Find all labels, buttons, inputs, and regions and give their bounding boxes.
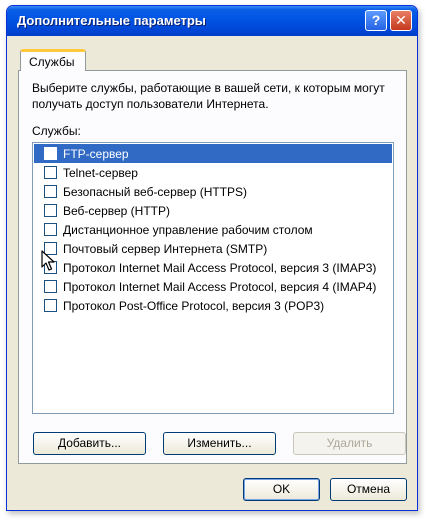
services-list-label: Службы:	[32, 124, 81, 138]
dialog-body: Службы Выберите службы, работающие в ваш…	[10, 36, 414, 507]
service-row[interactable]: Протокол Internet Mail Access Protocol, …	[34, 277, 392, 296]
service-checkbox[interactable]	[44, 280, 57, 293]
service-label: Протокол Internet Mail Access Protocol, …	[63, 260, 377, 275]
edit-button[interactable]: Изменить...	[163, 432, 276, 455]
add-button[interactable]: Добавить...	[33, 432, 146, 455]
advanced-settings-dialog: Дополнительные параметры ? ✕ Службы Выбе…	[6, 5, 418, 511]
service-row[interactable]: Почтовый сервер Интернета (SMTP)	[34, 239, 392, 258]
service-label: Безопасный веб-сервер (HTTPS)	[63, 184, 248, 199]
service-label: FTP-сервер	[63, 146, 129, 161]
service-label: Протокол Post-Office Protocol, версия 3 …	[63, 298, 325, 313]
service-label: Протокол Internet Mail Access Protocol, …	[63, 279, 377, 294]
service-checkbox[interactable]	[44, 299, 57, 312]
services-list[interactable]: FTP-сервер Telnet-сервер Безопасный веб-се…	[32, 142, 394, 414]
title-bar[interactable]: Дополнительные параметры ? ✕	[7, 6, 417, 36]
mouse-cursor-icon	[41, 250, 55, 271]
service-label: Дистанционное управление рабочим столом	[63, 222, 313, 237]
dialog-title: Дополнительные параметры	[17, 13, 206, 28]
service-checkbox[interactable]	[44, 166, 57, 179]
service-checkbox[interactable]	[44, 147, 57, 160]
ok-button[interactable]: OK	[243, 478, 320, 501]
help-icon: ?	[371, 12, 381, 28]
service-label: Telnet-сервер	[63, 165, 138, 180]
service-row[interactable]: Протокол Internet Mail Access Protocol, …	[34, 258, 392, 277]
delete-button[interactable]: Удалить	[293, 432, 406, 455]
service-label: Веб-сервер (HTTP)	[63, 203, 171, 218]
service-row[interactable]: Протокол Post-Office Protocol, версия 3 …	[34, 296, 392, 315]
service-label: Почтовый сервер Интернета (SMTP)	[63, 241, 268, 256]
service-row[interactable]: Безопасный веб-сервер (HTTPS)	[34, 182, 392, 201]
service-checkbox[interactable]	[44, 223, 57, 236]
close-icon: ✕	[395, 12, 407, 28]
service-row[interactable]: Telnet-сервер	[34, 163, 392, 182]
service-checkbox[interactable]	[44, 204, 57, 217]
tab-services[interactable]: Службы	[20, 49, 86, 71]
help-button[interactable]: ?	[365, 10, 387, 31]
service-checkbox[interactable]	[44, 185, 57, 198]
cancel-button[interactable]: Отмена	[330, 478, 407, 501]
service-row[interactable]: Веб-сервер (HTTP)	[34, 201, 392, 220]
service-row[interactable]: FTP-сервер	[34, 144, 392, 163]
services-description: Выберите службы, работающие в вашей сети…	[32, 81, 385, 111]
close-button[interactable]: ✕	[390, 10, 412, 31]
service-row[interactable]: Дистанционное управление рабочим столом	[34, 220, 392, 239]
